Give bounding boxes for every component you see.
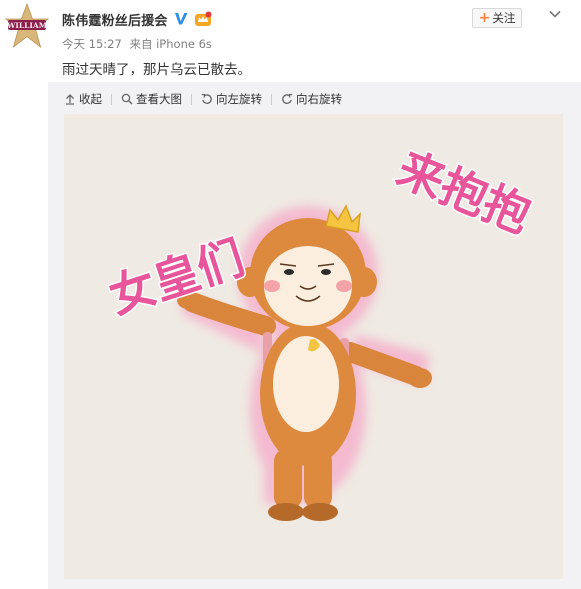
rotate-left-label: 向左旋转 <box>216 92 262 106</box>
view-large-button[interactable]: 查看大图 <box>121 91 182 107</box>
toolbar-divider <box>111 93 112 105</box>
post-meta: 今天 15:27 来自 iPhone 6s <box>62 36 216 52</box>
plus-icon: + <box>478 10 491 26</box>
chevron-down-icon[interactable] <box>548 6 562 20</box>
image-text-right: 来抱抱 <box>390 141 538 243</box>
media-toolbar: 收起 查看大图 向左旋转 向右旋转 <box>64 90 342 108</box>
weibo-post-card: WILLIAM 陈伟霆粉丝后援会 今天 15:27 来自 iPhone 6s 雨… <box>0 0 581 589</box>
collapse-up-icon <box>66 94 74 105</box>
avatar-logo-text: WILLIAM <box>6 21 47 30</box>
author-row: 陈伟霆粉丝后援会 <box>62 10 212 29</box>
rotate-left-button[interactable]: 向左旋转 <box>201 91 262 107</box>
toolbar-divider <box>271 93 272 105</box>
avatar[interactable]: WILLIAM <box>5 3 49 50</box>
view-large-label: 查看大图 <box>136 92 182 106</box>
member-crown-icon[interactable] <box>194 11 212 27</box>
post-image[interactable]: 女皇们 来抱抱 <box>64 114 563 579</box>
verified-v-icon[interactable] <box>173 11 189 27</box>
author-name[interactable]: 陈伟霆粉丝后援会 <box>62 10 168 29</box>
post-timestamp[interactable]: 今天 15:27 <box>62 37 122 51</box>
media-panel: 收起 查看大图 向左旋转 向右旋转 女皇们 来抱抱 <box>48 82 581 589</box>
rotate-right-label: 向右旋转 <box>296 92 342 106</box>
follow-button[interactable]: + 关注 <box>472 8 522 28</box>
post-source[interactable]: 来自 iPhone 6s <box>129 37 211 51</box>
magnifier-icon <box>121 93 133 105</box>
collapse-label: 收起 <box>79 92 102 106</box>
post-text: 雨过天晴了，那片乌云已散去。 <box>62 62 251 78</box>
toolbar-divider <box>191 93 192 105</box>
follow-label: 关注 <box>492 11 516 25</box>
rotate-left-icon <box>201 93 212 104</box>
rotate-right-icon <box>282 93 293 104</box>
collapse-button[interactable]: 收起 <box>64 91 102 107</box>
rotate-right-button[interactable]: 向右旋转 <box>281 91 342 107</box>
